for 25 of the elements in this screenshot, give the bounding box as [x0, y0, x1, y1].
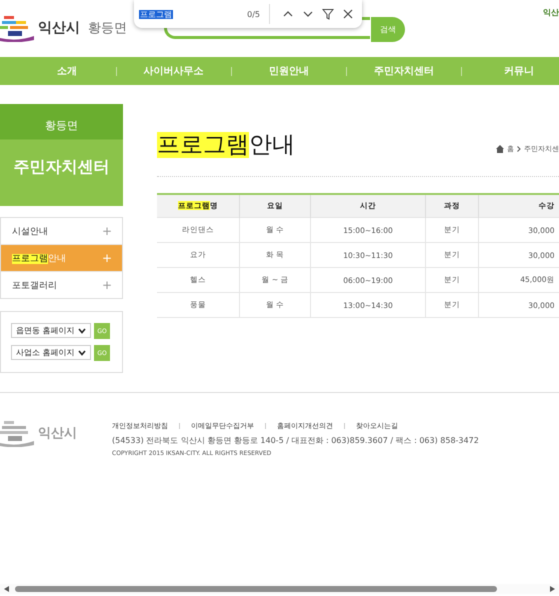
top-link[interactable]: 익산 [543, 7, 559, 18]
filter-icon[interactable] [322, 8, 334, 20]
city-logo-icon [0, 419, 34, 447]
town-name: 황등면 [88, 20, 127, 36]
site-dropdown[interactable]: 사업소 홈페이지 [11, 345, 91, 360]
match-count: 0/5 [247, 10, 260, 18]
banner-town-name: 황등면 [45, 118, 78, 133]
chevron-icon [78, 350, 86, 356]
city-logo-icon [0, 14, 34, 42]
horizontal-scrollbar[interactable] [0, 584, 559, 594]
page-title: 프로그램 안내 [157, 131, 295, 160]
city-name: 익산시 [38, 18, 80, 36]
address-text: (54533) 전라북도 익산시 황등면 황등로 140-5 / 대표전화 : 063)859.3607 / 팩스 : 063) 858-3472 [112, 435, 479, 446]
chevron-right-icon [517, 146, 521, 152]
banner-title: 주민자치센터 [14, 157, 110, 178]
close-icon[interactable] [342, 8, 354, 20]
find-input[interactable]: 프로그램 [139, 8, 242, 20]
scroll-left-icon[interactable] [4, 586, 9, 592]
scrollbar-thumb[interactable] [15, 586, 497, 592]
side-menu-item[interactable]: 프로그램 안내 + [1, 244, 122, 271]
scroll-right-icon[interactable] [550, 586, 555, 592]
home-icon [496, 144, 504, 152]
site-dropdown[interactable]: 읍면동 홈페이지 [11, 323, 91, 338]
chevron-icon [78, 328, 86, 334]
footer-city-name: 익산시 [38, 425, 77, 442]
